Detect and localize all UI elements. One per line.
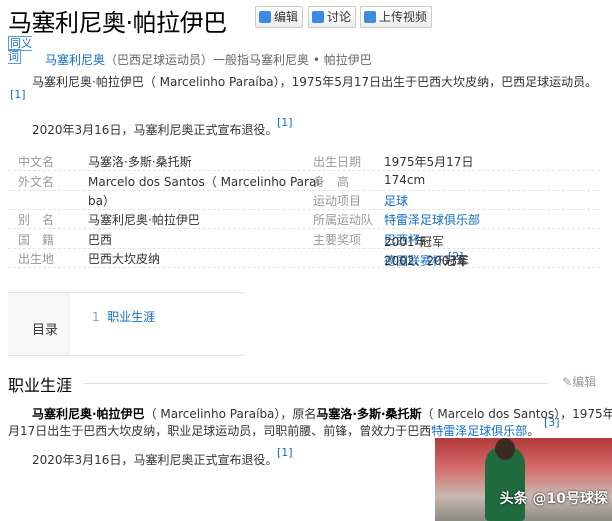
info-label: 出生日期	[313, 155, 362, 169]
info-label: 身 高	[313, 175, 350, 189]
info-value: Marcelo dos Santos（ Marcelinho Paraí	[88, 175, 320, 189]
career-p1-line1: 马塞利尼奥·帕拉伊巴（ Marcelinho Paraíba），原名马塞洛·多斯…	[32, 405, 612, 422]
info-label: 别 名	[18, 213, 55, 227]
synonym-line: 马塞利尼奥（巴西足球运动员）一般指马塞利尼奥 • 帕拉伊巴	[45, 51, 372, 68]
toc-item-link[interactable]: 职业生涯	[107, 310, 155, 324]
info-label: 中文名	[18, 155, 55, 169]
player-head	[495, 438, 515, 460]
info-label: 运动项目	[313, 194, 362, 208]
ref-link[interactable]: [1]	[277, 446, 293, 459]
info-label: 外文名	[18, 175, 55, 189]
toc-label: 目录	[32, 323, 59, 338]
discuss-button[interactable]: 讨论	[308, 6, 357, 28]
info-value: 1975年5月17日	[384, 155, 474, 169]
info-label: 主要奖项	[313, 233, 362, 247]
info-link[interactable]: 特雷泽足球俱乐部	[384, 211, 480, 228]
section-edit-button[interactable]: ✎编辑	[562, 373, 596, 390]
summary-p1: 马塞利尼奥·帕拉伊巴（ Marcelinho Paraíba），1975年5月1…	[32, 75, 598, 89]
toc-item-number: 1	[92, 310, 100, 324]
text: 月17日出生于巴西大坎皮纳，职业足球运动员，司职前腰、前锋，曾效力于巴西	[8, 424, 432, 438]
table-of-contents: 目录 1 职业生涯	[8, 292, 245, 356]
info-value: 巴西大坎皮纳	[88, 252, 161, 266]
synonym-text: （巴西足球运动员）一般指马塞利尼奥 • 帕拉伊巴	[105, 53, 372, 67]
bold-name: 马塞利尼奥·帕拉伊巴	[32, 407, 145, 421]
text: 。	[527, 424, 540, 438]
text: （ Marcelo dos Santos），1975年5	[421, 407, 612, 421]
info-value: 2001年 巴西杯 冠军	[384, 231, 444, 249]
bold-original-name: 马塞洛·多斯·桑托斯	[316, 407, 422, 421]
comment-icon	[312, 11, 324, 23]
synonym-badge-text: 同义词	[8, 36, 32, 64]
info-value: 马塞洛·多斯·桑托斯	[88, 155, 192, 169]
heading-divider	[84, 383, 548, 384]
edit-button[interactable]: 编辑	[255, 6, 304, 28]
info-label: 国 籍	[18, 233, 55, 247]
info-value: ba）	[88, 194, 115, 208]
watermark: 头条 @10号球探	[499, 491, 608, 507]
edit-label: 编辑	[274, 10, 299, 24]
toc-item[interactable]: 1 职业生涯	[92, 308, 155, 325]
club-link[interactable]: 特雷泽足球俱乐部	[431, 424, 527, 438]
page-title: 马塞利尼奥·帕拉伊巴	[8, 9, 227, 37]
ref-link[interactable]: [1]	[10, 88, 26, 101]
upload-video-label: 上传视频	[379, 10, 428, 24]
award-suffix: 冠军	[444, 254, 469, 268]
info-value: 巴西	[88, 233, 113, 247]
upload-video-button[interactable]: 上传视频	[360, 6, 433, 28]
video-icon	[364, 11, 376, 23]
synonym-badge: 同义词	[8, 36, 38, 64]
info-value: 2002、2003年 德国联赛杯 冠军 [2]	[384, 250, 469, 269]
info-label: 出生地	[18, 252, 55, 266]
section-heading: 职业生涯	[8, 376, 73, 395]
pencil-icon: ✎	[562, 375, 573, 389]
summary-p2: 2020年3月16日，马塞利尼奥正式宣布退役。	[32, 123, 278, 137]
player-photo[interactable]: 头条 @10号球探	[435, 438, 612, 521]
info-label: 所属运动队	[313, 213, 374, 227]
synonym-link[interactable]: 马塞利尼奥	[45, 53, 105, 67]
discuss-label: 讨论	[327, 10, 352, 24]
text: （ Marcelinho Paraíba），原名	[144, 407, 317, 421]
ref-link[interactable]: [3]	[544, 416, 560, 429]
ref-link[interactable]: [1]	[277, 116, 293, 129]
section-edit-label: 编辑	[572, 375, 597, 389]
info-value: 马塞利尼奥·帕拉伊巴	[88, 213, 200, 227]
pencil-icon	[259, 11, 271, 23]
info-value: 174cm	[384, 173, 426, 187]
career-p1-line2: 月17日出生于巴西大坎皮纳，职业足球运动员，司职前腰、前锋，曾效力于巴西特雷泽足…	[8, 422, 539, 439]
info-link[interactable]: 足球	[384, 192, 408, 209]
career-p2: 2020年3月16日，马塞利尼奥正式宣布退役。	[32, 453, 278, 467]
